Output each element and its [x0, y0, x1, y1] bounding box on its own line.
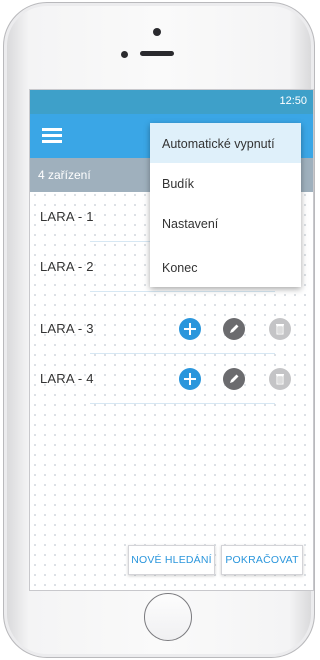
row-divider [90, 403, 275, 404]
new-search-button[interactable]: NOVÉ HLEDÁNÍ [128, 545, 215, 575]
trash-icon[interactable] [269, 318, 291, 340]
home-button[interactable] [144, 593, 192, 641]
phone-frame: 12:50 4 zařízení LARA - 1 LARA - 2 LARA … [3, 2, 315, 658]
front-camera [153, 28, 161, 36]
menu-item-settings[interactable]: Nastavení [150, 203, 301, 243]
pencil-icon[interactable] [223, 318, 245, 340]
device-row[interactable]: LARA - 3 [30, 304, 313, 354]
earpiece-speaker [140, 51, 174, 56]
device-name: LARA - 1 [40, 209, 94, 224]
trash-icon[interactable] [269, 368, 291, 390]
menu-item-label: Nastavení [162, 217, 219, 231]
menu-item-label: Konec [162, 261, 198, 275]
pencil-icon[interactable] [223, 368, 245, 390]
plus-circle-icon[interactable] [179, 368, 201, 390]
row-divider [90, 291, 275, 292]
device-name: LARA - 3 [40, 321, 94, 336]
menu-item-auto-off[interactable]: Automatické vypnutí [150, 123, 301, 163]
app-screen: 12:50 4 zařízení LARA - 1 LARA - 2 LARA … [29, 89, 314, 591]
menu-item-exit[interactable]: Konec [150, 247, 301, 287]
menu-item-label: Budík [162, 177, 194, 191]
menu-item-alarm[interactable]: Budík [150, 163, 301, 203]
status-bar: 12:50 [30, 90, 313, 114]
overflow-menu: Automatické vypnutí Budík Nastavení Kone… [150, 123, 301, 287]
device-name: LARA - 4 [40, 371, 94, 386]
device-name: LARA - 2 [40, 259, 94, 274]
menu-item-label: Automatické vypnutí [162, 137, 275, 151]
proximity-sensor [121, 51, 128, 58]
plus-circle-icon[interactable] [179, 318, 201, 340]
device-row[interactable]: LARA - 4 [30, 354, 313, 404]
hamburger-icon[interactable] [42, 128, 62, 143]
status-time: 12:50 [279, 95, 307, 107]
continue-button[interactable]: POKRAČOVAT [221, 545, 303, 575]
device-count: 4 zařízení [38, 168, 91, 182]
